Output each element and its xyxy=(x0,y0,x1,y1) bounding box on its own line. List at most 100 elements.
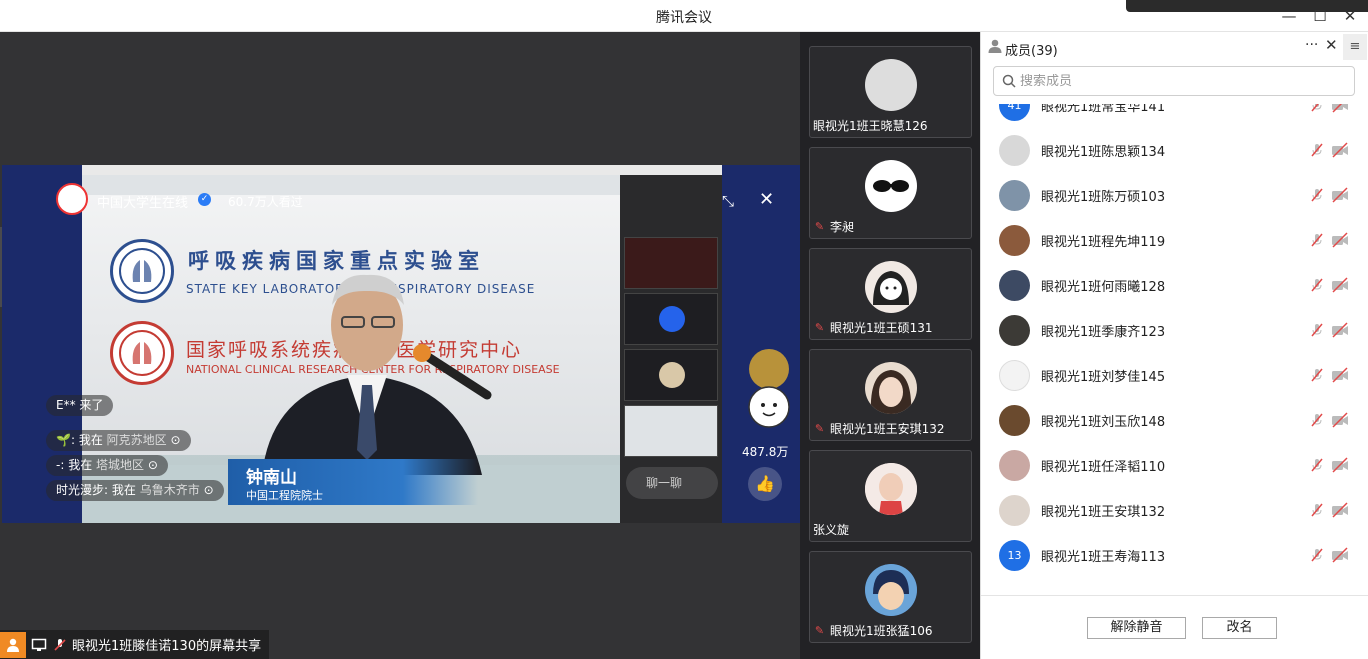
video-tile[interactable]: ✎ 李昶 xyxy=(809,147,972,239)
tile-name: ✎ 眼视光1班王硕131 xyxy=(813,319,933,336)
member-row[interactable]: 眼视光1班陈万硕103 xyxy=(981,173,1368,218)
menu-icon[interactable]: ≡ xyxy=(1343,34,1367,60)
like-count: 487.8万 xyxy=(742,445,789,459)
mic-off-icon[interactable] xyxy=(1309,104,1325,113)
close-panel-icon[interactable]: ✕ xyxy=(1325,36,1338,54)
avatar xyxy=(999,405,1030,436)
camera-off-icon[interactable] xyxy=(1331,104,1349,113)
thumbnail[interactable] xyxy=(624,405,718,457)
mic-off-icon[interactable] xyxy=(1309,547,1325,563)
member-search-box[interactable] xyxy=(993,66,1355,96)
tile-name-label: 张义旋 xyxy=(813,523,850,537)
collapse-icon[interactable]: ⤡ xyxy=(722,192,734,210)
member-row[interactable]: 眼视光1班陈思颖134 xyxy=(981,128,1368,173)
tile-name: ✎ 李昶 xyxy=(813,218,854,235)
location-text: 我在 xyxy=(111,483,136,497)
more-options-icon[interactable]: ··· xyxy=(1305,37,1318,53)
camera-off-icon[interactable] xyxy=(1331,547,1349,563)
mic-off-icon[interactable] xyxy=(1309,232,1325,248)
avatar xyxy=(999,315,1030,346)
thumbnail[interactable] xyxy=(624,349,718,401)
mic-off-icon[interactable] xyxy=(1309,412,1325,428)
camera-off-icon[interactable] xyxy=(1331,322,1349,338)
location-pin-icon: ⊙ xyxy=(203,483,214,497)
members-panel-footer: 解除静音 改名 xyxy=(981,595,1368,659)
camera-off-icon[interactable] xyxy=(1331,187,1349,203)
camera-off-icon[interactable] xyxy=(1331,232,1349,248)
video-tile[interactable]: ✎ 眼视光1班张猛106 xyxy=(809,551,972,643)
mic-off-icon[interactable] xyxy=(1309,502,1325,518)
screen-share-indicator: 眼视光1班滕佳诺130的屏幕共享 xyxy=(0,630,270,659)
location-pin-icon: ⊙ xyxy=(147,458,158,472)
member-list: 41 眼视光1班常宝华141 眼视光1班陈思颖134 眼视光1班陈万硕103 眼… xyxy=(981,104,1368,594)
shared-screen: 呼吸疾病国家重点实验室 STATE KEY LABORATORY OF RESP… xyxy=(2,165,800,523)
mic-off-icon[interactable] xyxy=(1309,277,1325,293)
avatar xyxy=(999,450,1030,481)
member-search-input[interactable] xyxy=(1020,73,1320,89)
mic-off-icon[interactable] xyxy=(1309,142,1325,158)
video-tile[interactable]: ✎ 眼视光1班王硕131 xyxy=(809,248,972,340)
camera-off-icon[interactable] xyxy=(1331,142,1349,158)
avatar xyxy=(999,135,1030,166)
close-stream-icon[interactable]: ✕ xyxy=(759,189,774,210)
maximize-icon[interactable]: ☐ xyxy=(1310,6,1330,26)
minimize-icon[interactable]: — xyxy=(1279,6,1299,26)
user-icon[interactable] xyxy=(0,631,26,658)
camera-off-icon[interactable] xyxy=(1331,277,1349,293)
tile-name: ✎ 眼视光1班张猛106 xyxy=(813,622,933,639)
window-titlebar: 腾讯会议 — ☐ ✕ xyxy=(0,0,1368,32)
camera-off-icon[interactable] xyxy=(1331,367,1349,383)
mic-off-icon[interactable] xyxy=(1309,187,1325,203)
thumbnail[interactable] xyxy=(624,293,718,345)
tile-name: 张义旋 xyxy=(813,521,849,538)
avatar xyxy=(659,362,685,388)
like-button[interactable]: 👍 xyxy=(748,467,782,501)
member-row[interactable]: 眼视光1班程先坤119 xyxy=(981,218,1368,263)
channel-logo[interactable] xyxy=(56,183,88,215)
location-prefix: 时光漫步: xyxy=(56,483,109,497)
mic-off-icon[interactable] xyxy=(1309,322,1325,338)
camera-off-icon[interactable] xyxy=(1331,412,1349,428)
screen-share-icon[interactable] xyxy=(26,632,52,658)
avatar xyxy=(999,225,1030,256)
member-name: 眼视光1班王寿海113 xyxy=(1041,550,1166,565)
member-row[interactable]: 13 眼视光1班王寿海113 xyxy=(981,533,1368,578)
camera-off-icon[interactable] xyxy=(1331,502,1349,518)
member-name: 眼视光1班陈思颖134 xyxy=(1041,145,1166,160)
member-row[interactable]: 眼视光1班王安琪132 xyxy=(981,488,1368,533)
member-row[interactable]: 眼视光1班季康齐123 xyxy=(981,308,1368,353)
mascot-icon xyxy=(748,349,790,428)
location-chip: -: 我在 塔城地区 ⊙ xyxy=(46,455,168,476)
avatar xyxy=(865,261,917,313)
location-chip: 🌱: 我在 阿克苏地区 ⊙ xyxy=(46,430,191,451)
member-row[interactable]: 眼视光1班刘梦佳145 xyxy=(981,353,1368,398)
member-name: 眼视光1班陈万硕103 xyxy=(1041,190,1166,205)
video-tile[interactable]: 眼视光1班王晓慧126 xyxy=(809,46,972,138)
search-icon xyxy=(1002,74,1016,88)
avatar xyxy=(999,180,1030,211)
camera-off-icon[interactable] xyxy=(1331,457,1349,473)
tile-name: 眼视光1班王晓慧126 xyxy=(813,117,928,134)
member-row[interactable]: 眼视光1班任泽韬110 xyxy=(981,443,1368,488)
member-row[interactable]: 眼视光1班何雨曦128 xyxy=(981,263,1368,308)
video-tile[interactable]: ✎ 眼视光1班王安琪132 xyxy=(809,349,972,441)
channel-name[interactable]: 中国大学生在线 xyxy=(97,192,188,211)
close-window-icon[interactable]: ✕ xyxy=(1340,6,1360,26)
location-place: 乌鲁木齐市 xyxy=(139,483,200,497)
member-name: 眼视光1班何雨曦128 xyxy=(1041,280,1166,295)
mic-off-icon[interactable] xyxy=(1309,367,1325,383)
member-row[interactable]: 41 眼视光1班常宝华141 xyxy=(981,104,1368,128)
rename-button[interactable]: 改名 xyxy=(1202,617,1277,639)
screen-share-label: 眼视光1班滕佳诺130的屏幕共享 xyxy=(72,639,262,654)
location-place: 塔城地区 xyxy=(96,458,145,472)
avatar xyxy=(865,59,917,111)
chat-input[interactable]: 聊一聊 xyxy=(626,467,718,499)
video-tile[interactable]: 张义旋 xyxy=(809,450,972,542)
avatar xyxy=(999,495,1030,526)
members-title: 成员(39) xyxy=(1005,44,1058,59)
member-row[interactable]: 眼视光1班刘玉欣148 xyxy=(981,398,1368,443)
unmute-button[interactable]: 解除静音 xyxy=(1087,617,1186,639)
mic-off-icon[interactable] xyxy=(1309,457,1325,473)
thumbnail[interactable] xyxy=(624,237,718,289)
verified-icon: ✓ xyxy=(198,193,211,206)
